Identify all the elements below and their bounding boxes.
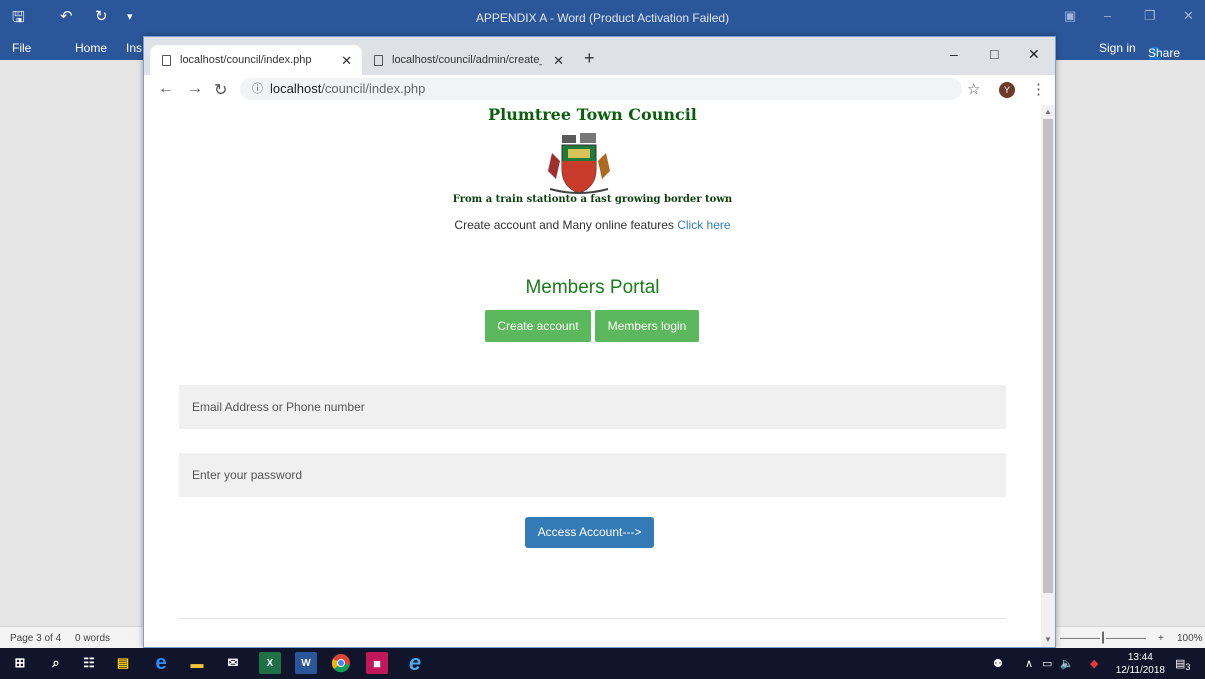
tab-strip: localhost/council/index.php ✕ localhost/… <box>144 37 1055 75</box>
chrome-icon[interactable] <box>330 652 352 674</box>
app-icon[interactable]: ■ <box>366 652 388 674</box>
address-url: localhost/council/index.php <box>270 78 425 100</box>
word-titlebar: 🖫 ↶ ↻ ▾ APPENDIX A - Word (Product Activ… <box>0 0 1205 36</box>
store-icon[interactable]: ▤ <box>112 652 134 674</box>
site-title: Plumtree Town Council <box>488 105 697 124</box>
search-icon[interactable]: ⌕ <box>45 652 67 674</box>
browser-close-icon[interactable]: ✕ <box>1028 46 1040 63</box>
address-bar[interactable]: ⓘ localhost/council/index.php <box>240 78 962 100</box>
scroll-up-icon[interactable]: ▲ <box>1044 107 1052 116</box>
page-viewport: Plumtree Town Council From a train stati… <box>144 105 1041 647</box>
url-host: localhost <box>270 81 322 96</box>
excel-icon[interactable]: X <box>259 652 281 674</box>
new-tab-icon[interactable]: + <box>584 48 595 69</box>
word-icon[interactable]: W <box>295 652 317 674</box>
ribbon-display-icon[interactable]: ▣ <box>1064 8 1076 24</box>
site-tagline: From a train stationto a fast growing bo… <box>452 194 733 205</box>
scroll-down-icon[interactable]: ▼ <box>1044 635 1052 644</box>
browser-toolbar: ← → ↻ ⓘ localhost/council/index.php ☆ Y … <box>144 75 1055 106</box>
click-here-link[interactable]: Click here <box>677 218 730 232</box>
tab-admin-create[interactable]: localhost/council/admin/create_ ✕ <box>362 45 574 75</box>
network-icon[interactable]: ▭ <box>1042 657 1052 670</box>
forward-icon[interactable]: → <box>187 80 203 98</box>
internet-explorer-icon[interactable]: e <box>404 650 426 675</box>
scroll-thumb[interactable] <box>1043 119 1053 593</box>
minimize-icon[interactable]: – <box>1104 8 1111 23</box>
email-field[interactable]: Email Address or Phone number <box>179 385 1006 429</box>
word-count: 0 words <box>75 633 111 644</box>
zoom-level[interactable]: 100% <box>1177 633 1203 644</box>
browser-menu-icon[interactable]: ⋮ <box>1031 80 1046 98</box>
windows-start-icon[interactable]: ⊞ <box>9 652 31 674</box>
clock-date: 12/11/2018 <box>1115 665 1165 676</box>
close-tab-icon[interactable]: ✕ <box>341 53 352 69</box>
tab-index[interactable]: localhost/council/index.php ✕ <box>150 45 362 75</box>
sign-in-link[interactable]: Sign in <box>1099 41 1136 55</box>
chrome-logo <box>331 654 350 673</box>
clock-time: 13:44 <box>1127 652 1153 663</box>
zoom-in-icon[interactable]: + <box>1158 633 1164 644</box>
divider <box>179 618 1006 619</box>
access-account-button[interactable]: Access Account---> <box>525 517 654 548</box>
tab-title: localhost/council/admin/create_ <box>392 54 542 66</box>
browser-minimize-icon[interactable]: – <box>950 46 958 62</box>
members-portal-heading: Members Portal <box>525 277 660 298</box>
zoom-slider[interactable]: ————┃———— <box>1060 633 1146 644</box>
browser-maximize-icon[interactable]: □ <box>990 46 998 62</box>
tab-title: localhost/council/index.php <box>180 54 312 66</box>
volume-mute-icon[interactable]: 🔈 <box>1060 657 1074 670</box>
page-count: Page 3 of 4 <box>10 633 62 644</box>
page-scrollbar[interactable]: ▲ ▼ <box>1041 105 1055 647</box>
reload-icon[interactable]: ↻ <box>214 80 227 100</box>
mail-icon[interactable]: ✉ <box>222 652 244 674</box>
edge-icon[interactable]: e <box>150 652 172 674</box>
ribbon-tab-insert[interactable]: Ins <box>126 41 142 55</box>
file-explorer-icon[interactable]: ▬ <box>186 652 208 674</box>
notification-count: 3 <box>1185 662 1191 673</box>
page-icon <box>162 54 171 66</box>
create-account-button[interactable]: Create account <box>485 310 591 342</box>
restore-icon[interactable]: ❐ <box>1144 8 1156 24</box>
windows-taskbar: ⊞ ⌕ ☷ ▤ e ▬ ✉ X W ■ e ⚉ ∧ ▭ 🔈 ◆ 13:44 12… <box>0 648 1205 679</box>
password-field[interactable]: Enter your password <box>179 453 1006 497</box>
task-view-icon[interactable]: ☷ <box>78 652 100 674</box>
back-icon[interactable]: ← <box>158 80 174 98</box>
page-icon <box>374 54 383 66</box>
promo-line: Create account and Many online features … <box>144 218 1041 232</box>
profile-avatar[interactable]: Y <box>999 82 1015 98</box>
close-tab-icon[interactable]: ✕ <box>553 53 564 69</box>
close-icon[interactable]: ✕ <box>1183 8 1194 24</box>
people-icon[interactable]: ⚉ <box>993 657 1003 670</box>
share-label: Share <box>1148 46 1181 60</box>
ribbon-tab-file[interactable]: File <box>12 41 31 55</box>
browser-window: localhost/council/index.php ✕ localhost/… <box>143 36 1056 648</box>
promo-text: Create account and Many online features <box>454 218 674 232</box>
system-clock[interactable]: 13:44 12/11/2018 <box>1116 651 1165 677</box>
members-login-button[interactable]: Members login <box>595 310 699 342</box>
word-window-title: APPENDIX A - Word (Product Activation Fa… <box>475 11 730 25</box>
ribbon-tab-home[interactable]: Home <box>75 41 107 55</box>
bookmark-star-icon[interactable]: ☆ <box>967 80 980 98</box>
tray-chevron-icon[interactable]: ∧ <box>1025 657 1033 670</box>
council-crest-logo <box>548 133 610 194</box>
action-center-icon[interactable]: ▤3 <box>1175 657 1191 672</box>
url-path: /council/index.php <box>321 81 426 96</box>
site-info-icon[interactable]: ⓘ <box>252 78 263 100</box>
security-icon[interactable]: ◆ <box>1090 657 1098 670</box>
